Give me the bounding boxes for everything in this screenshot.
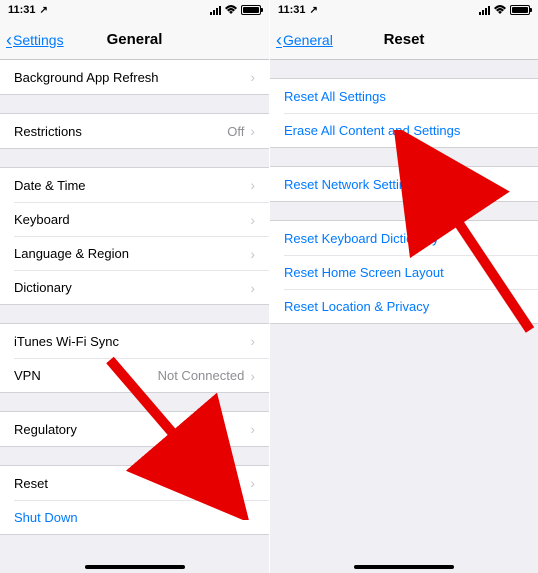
back-label: Settings bbox=[13, 32, 64, 48]
row-vpn[interactable]: VPN Not Connected › bbox=[14, 358, 269, 392]
row-label: Reset bbox=[14, 476, 250, 491]
wifi-icon bbox=[493, 5, 507, 15]
back-button-general[interactable]: ‹ General bbox=[276, 31, 333, 49]
chevron-right-icon: › bbox=[250, 421, 255, 437]
signal-icon bbox=[479, 6, 490, 15]
row-shut-down[interactable]: Shut Down bbox=[14, 500, 269, 534]
row-label: Reset Home Screen Layout bbox=[284, 265, 524, 280]
chevron-right-icon: › bbox=[250, 177, 255, 193]
location-icon: ↗ bbox=[40, 5, 48, 16]
row-label: Reset All Settings bbox=[284, 89, 524, 104]
nav-bar: ‹ Settings General bbox=[0, 20, 269, 60]
row-detail: Off bbox=[227, 124, 244, 139]
battery-icon bbox=[510, 5, 530, 15]
status-time: 11:31 bbox=[278, 4, 306, 16]
row-detail: Not Connected bbox=[158, 368, 245, 383]
row-label: Reset Keyboard Dictionary bbox=[284, 231, 524, 246]
status-time: 11:31 bbox=[8, 4, 36, 16]
row-label: Date & Time bbox=[14, 178, 250, 193]
wifi-icon bbox=[224, 5, 238, 15]
status-bar: 11:31 ↗ bbox=[0, 0, 269, 20]
row-background-app-refresh[interactable]: Background App Refresh › bbox=[0, 60, 269, 94]
row-language-region[interactable]: Language & Region › bbox=[14, 236, 269, 270]
signal-icon bbox=[210, 6, 221, 15]
row-reset-location-privacy[interactable]: Reset Location & Privacy bbox=[284, 289, 538, 323]
row-restrictions[interactable]: Restrictions Off › bbox=[0, 114, 269, 148]
phone-reset: 11:31 ↗ ‹ General Reset Reset All Settin… bbox=[269, 0, 538, 573]
page-title: General bbox=[107, 31, 163, 48]
row-label: iTunes Wi-Fi Sync bbox=[14, 334, 250, 349]
row-label: VPN bbox=[14, 368, 158, 383]
row-regulatory[interactable]: Regulatory › bbox=[0, 412, 269, 446]
row-reset-home-screen-layout[interactable]: Reset Home Screen Layout bbox=[284, 255, 538, 289]
row-itunes-wifi-sync[interactable]: iTunes Wi-Fi Sync › bbox=[0, 324, 269, 358]
chevron-right-icon: › bbox=[250, 475, 255, 491]
row-keyboard[interactable]: Keyboard › bbox=[14, 202, 269, 236]
row-label: Reset Location & Privacy bbox=[284, 299, 524, 314]
row-date-time[interactable]: Date & Time › bbox=[0, 168, 269, 202]
back-label: General bbox=[283, 32, 333, 48]
general-content: Background App Refresh › Restrictions Of… bbox=[0, 60, 269, 573]
row-erase-all-content[interactable]: Erase All Content and Settings bbox=[284, 113, 538, 147]
row-label: Restrictions bbox=[14, 124, 227, 139]
nav-bar: ‹ General Reset bbox=[270, 20, 538, 60]
page-title: Reset bbox=[384, 31, 425, 48]
chevron-right-icon: › bbox=[250, 333, 255, 349]
row-reset[interactable]: Reset › bbox=[0, 466, 269, 500]
row-reset-all-settings[interactable]: Reset All Settings bbox=[270, 79, 538, 113]
chevron-right-icon: › bbox=[250, 280, 255, 296]
status-bar: 11:31 ↗ bbox=[270, 0, 538, 20]
row-label: Dictionary bbox=[14, 280, 250, 295]
home-indicator[interactable] bbox=[85, 565, 185, 569]
chevron-right-icon: › bbox=[250, 123, 255, 139]
chevron-right-icon: › bbox=[250, 212, 255, 228]
chevron-left-icon: ‹ bbox=[6, 31, 12, 49]
row-label: Keyboard bbox=[14, 212, 250, 227]
row-label: Regulatory bbox=[14, 422, 250, 437]
battery-icon bbox=[241, 5, 261, 15]
row-reset-keyboard-dictionary[interactable]: Reset Keyboard Dictionary bbox=[270, 221, 538, 255]
row-label: Reset Network Settings bbox=[284, 177, 524, 192]
chevron-right-icon: › bbox=[250, 69, 255, 85]
home-indicator[interactable] bbox=[354, 565, 454, 569]
back-button-settings[interactable]: ‹ Settings bbox=[6, 31, 64, 49]
row-label: Shut Down bbox=[14, 510, 255, 525]
chevron-right-icon: › bbox=[250, 246, 255, 262]
row-label: Erase All Content and Settings bbox=[284, 123, 524, 138]
phone-general: 11:31 ↗ ‹ Settings General Background Ap… bbox=[0, 0, 269, 573]
chevron-right-icon: › bbox=[250, 368, 255, 384]
location-icon: ↗ bbox=[310, 5, 318, 16]
row-label: Background App Refresh bbox=[14, 70, 250, 85]
chevron-left-icon: ‹ bbox=[276, 31, 282, 49]
row-reset-network-settings[interactable]: Reset Network Settings bbox=[270, 167, 538, 201]
reset-content: Reset All Settings Erase All Content and… bbox=[270, 60, 538, 573]
row-label: Language & Region bbox=[14, 246, 250, 261]
row-dictionary[interactable]: Dictionary › bbox=[14, 270, 269, 304]
